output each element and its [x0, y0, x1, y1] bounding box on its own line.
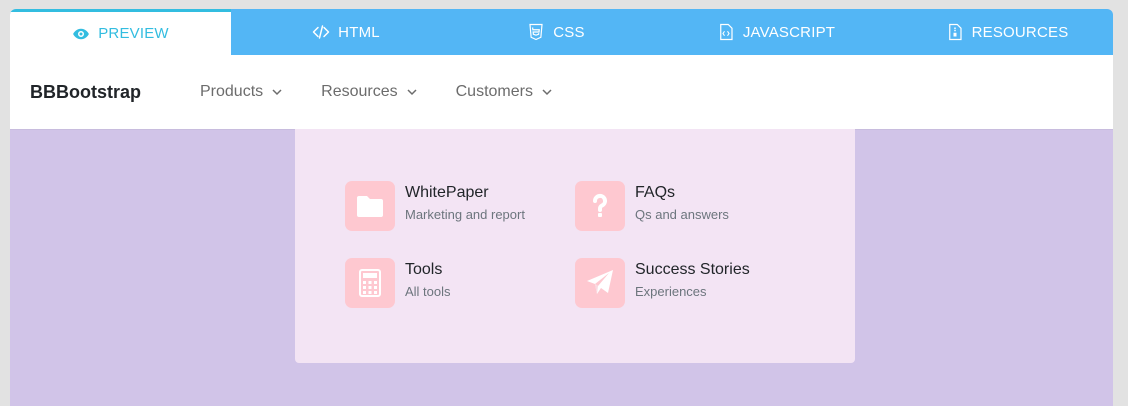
calculator-icon	[359, 269, 381, 297]
site-navbar: BBBootstrap Products Resources Customers	[10, 55, 1113, 129]
nav-item-label: Resources	[321, 83, 398, 100]
tab-css[interactable]: CSS	[461, 9, 651, 55]
menu-item-title: WhitePaper	[405, 184, 489, 201]
nav-item-label: Products	[200, 83, 264, 100]
nav-item-customers[interactable]: Customers	[456, 83, 553, 101]
editor-tab-bar: PREVIEW HTML CSS JAVASCRIPT RESOURCES	[10, 9, 1113, 55]
tab-label: JAVASCRIPT	[742, 23, 836, 41]
tab-preview[interactable]: PREVIEW	[10, 9, 231, 55]
menu-item-title: FAQs	[635, 184, 676, 201]
tab-resources[interactable]: RESOURCES	[901, 9, 1113, 55]
nav-item-label: Customers	[455, 83, 533, 100]
icon-tile	[575, 181, 625, 231]
tab-label: PREVIEW	[98, 25, 169, 42]
brand-logo-text[interactable]: BBBootstrap	[30, 82, 200, 103]
question-icon	[592, 193, 607, 217]
nav-item-resources[interactable]: Resources	[321, 83, 417, 101]
menu-item-success-stories[interactable]: Success Stories Experiences	[575, 258, 750, 308]
nav-item-products[interactable]: Products	[200, 83, 283, 101]
folder-icon	[357, 196, 383, 217]
menu-item-subtitle: Marketing and report	[405, 207, 525, 222]
tab-html[interactable]: HTML	[231, 9, 461, 55]
icon-tile	[575, 258, 625, 308]
icon-tile	[345, 181, 395, 231]
menu-item-subtitle: Qs and answers	[635, 207, 729, 222]
menu-item-tools[interactable]: Tools All tools	[345, 258, 451, 308]
eye-icon	[73, 28, 90, 39]
menu-item-whitepaper[interactable]: WhitePaper Marketing and report	[345, 181, 525, 231]
code-icon	[312, 25, 330, 39]
paper-plane-icon	[587, 270, 613, 294]
chevron-down-icon	[272, 89, 282, 96]
tab-javascript[interactable]: JAVASCRIPT	[651, 9, 901, 55]
menu-item-title: Success Stories	[635, 261, 750, 278]
resources-dropdown-menu: WhitePaper Marketing and report FAQs Qs …	[295, 129, 855, 363]
icon-tile	[345, 258, 395, 308]
css3-icon	[529, 23, 543, 41]
resource-file-icon	[948, 23, 962, 41]
menu-item-title: Tools	[405, 261, 443, 278]
tab-label: RESOURCES	[971, 23, 1069, 41]
tab-label: CSS	[553, 23, 585, 41]
js-file-icon	[719, 23, 733, 41]
preview-frame: PREVIEW HTML CSS JAVASCRIPT RESOURCES BB…	[10, 9, 1113, 406]
menu-item-faqs[interactable]: FAQs Qs and answers	[575, 181, 729, 231]
menu-item-subtitle: All tools	[405, 284, 451, 299]
chevron-down-icon	[407, 89, 417, 96]
tab-label: HTML	[338, 23, 380, 41]
menu-item-subtitle: Experiences	[635, 284, 707, 299]
chevron-down-icon	[542, 89, 552, 96]
